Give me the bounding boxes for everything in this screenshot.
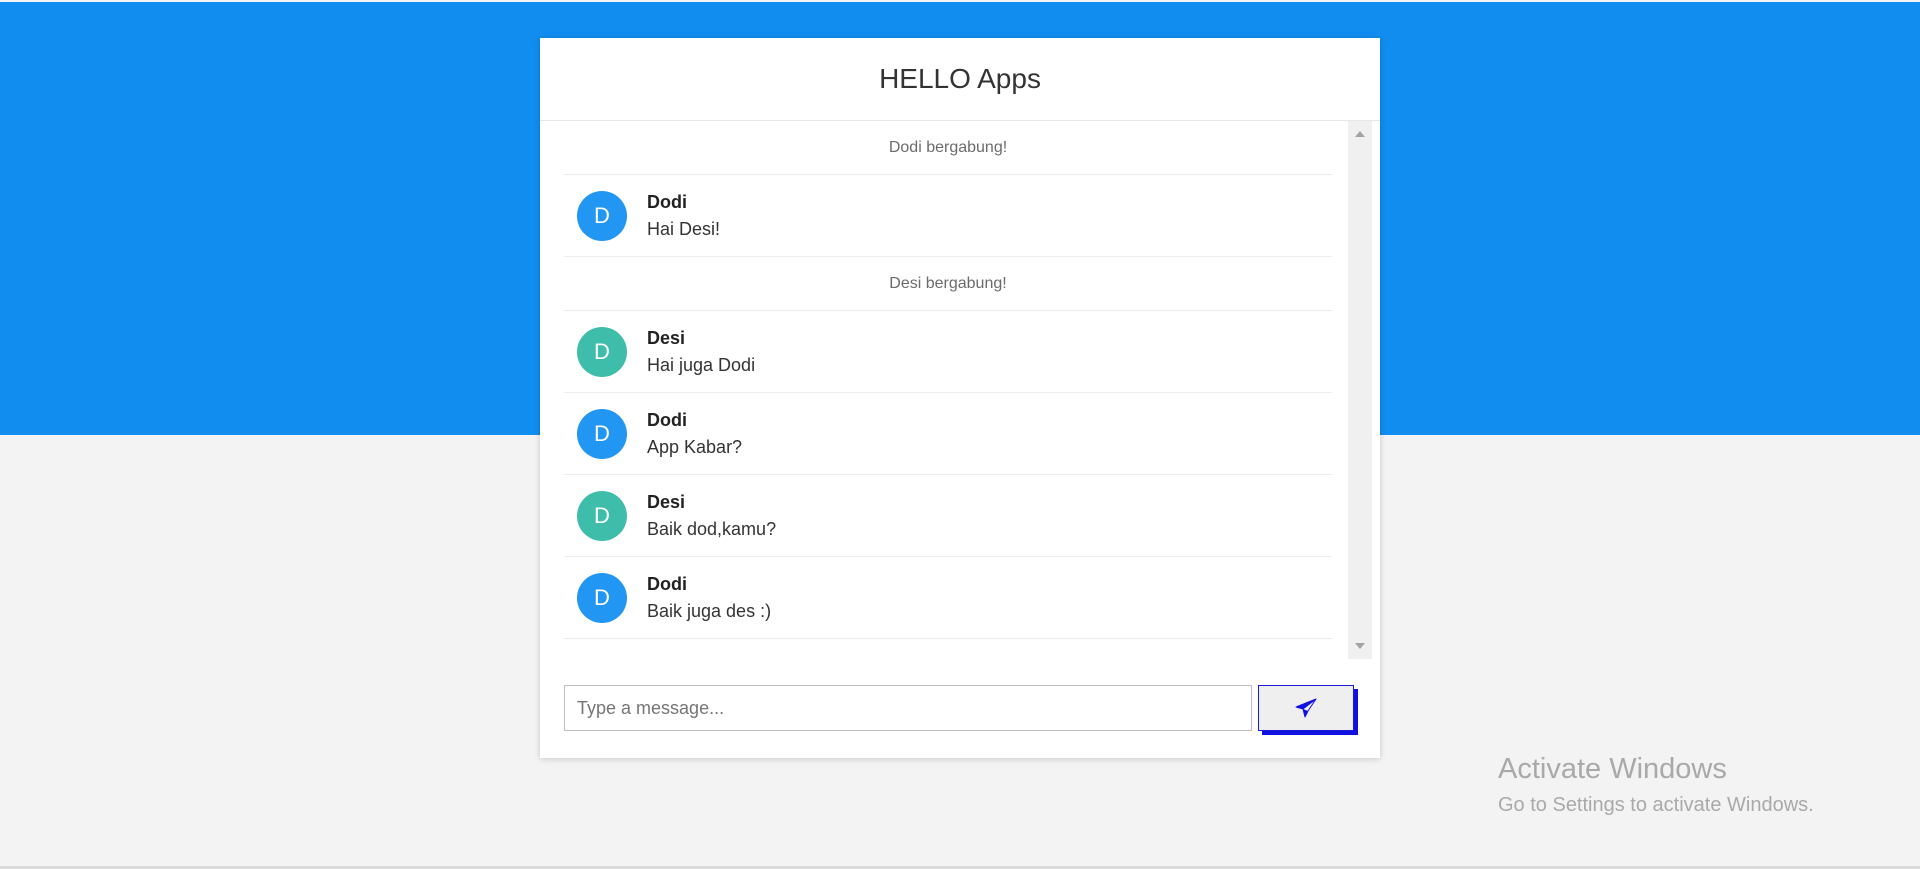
- chat-message: D Dodi Baik juga des :): [564, 557, 1332, 639]
- paper-plane-icon: [1295, 698, 1317, 718]
- message-sender: Dodi: [647, 191, 687, 212]
- message-input[interactable]: [564, 685, 1252, 731]
- avatar: D: [577, 572, 627, 623]
- avatar: D: [577, 490, 627, 541]
- avatar: D: [577, 408, 627, 459]
- scroll-up-arrow-icon[interactable]: [1355, 131, 1365, 137]
- message-sender: Dodi: [647, 409, 687, 430]
- message-body: Desi Hai juga Dodi: [647, 328, 755, 376]
- chat-message: D Desi Hai juga Dodi: [564, 311, 1332, 393]
- chat-window: HELLO Apps Dodi bergabung! D Dodi Hai Desi!…: [540, 38, 1380, 758]
- send-button[interactable]: [1258, 685, 1354, 731]
- message-list: Dodi bergabung! D Dodi Hai Desi! Desi bergab…: [564, 121, 1332, 659]
- chat-message: D Dodi App Kabar?: [564, 393, 1332, 475]
- chat-message: D Desi Baik dod,kamu?: [564, 475, 1332, 557]
- system-message: Dodi bergabung!: [564, 121, 1332, 175]
- avatar: D: [577, 326, 627, 377]
- page-top-edge: [0, 0, 1920, 2]
- watermark-title: Activate Windows: [1498, 753, 1727, 785]
- message-sender: Desi: [647, 491, 686, 512]
- avatar: D: [577, 190, 627, 241]
- message-text: App Kabar?: [647, 436, 743, 457]
- message-composer: [564, 685, 1358, 731]
- chat-header: HELLO Apps: [540, 38, 1380, 121]
- message-text: Baik dod,kamu?: [647, 518, 777, 539]
- message-sender: Dodi: [647, 573, 687, 594]
- message-text: Baik juga des :): [647, 600, 772, 621]
- message-text: Hai Desi!: [647, 218, 721, 239]
- messages-area[interactable]: Dodi bergabung! D Dodi Hai Desi! Desi bergab…: [540, 121, 1380, 659]
- message-sender: Desi: [647, 327, 686, 348]
- chat-message: D Dodi Hai Desi!: [564, 175, 1332, 257]
- message-body: Desi Baik dod,kamu?: [647, 492, 776, 540]
- watermark-subtitle: Go to Settings to activate Windows.: [1498, 794, 1814, 816]
- system-message: Desi bergabung!: [564, 257, 1332, 311]
- windows-activation-watermark: Activate Windows Go to Settings to activ…: [1498, 753, 1814, 817]
- messages-scrollbar[interactable]: [1348, 121, 1372, 659]
- message-body: Dodi App Kabar?: [647, 410, 742, 458]
- chat-title: HELLO Apps: [879, 63, 1041, 94]
- message-body: Dodi Baik juga des :): [647, 574, 771, 622]
- scroll-down-arrow-icon[interactable]: [1355, 643, 1365, 649]
- message-text: Hai juga Dodi: [647, 354, 756, 375]
- message-body: Dodi Hai Desi!: [647, 192, 720, 240]
